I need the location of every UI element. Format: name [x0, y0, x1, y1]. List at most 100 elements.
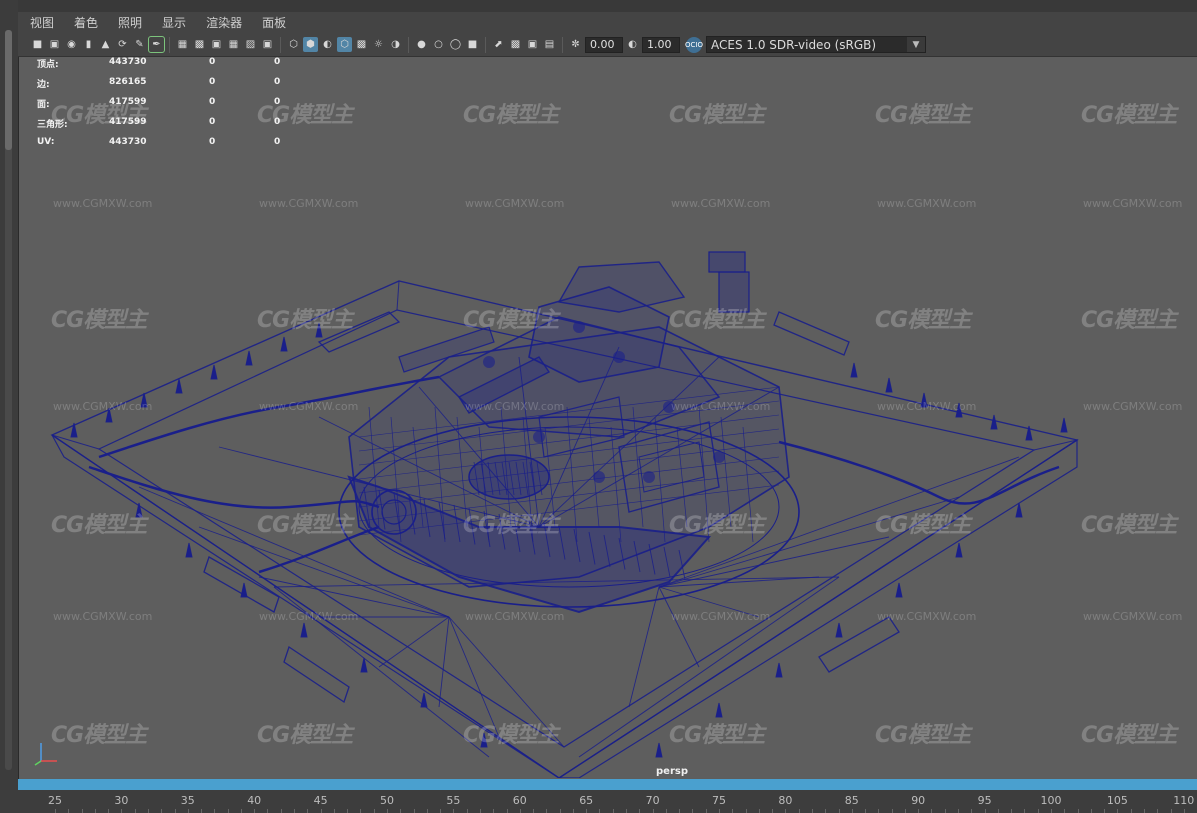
- perspective-viewport[interactable]: CG模型主 CG模型主 CG模型主 CG模型主 CG模型主 CG模型主 CG模型主 CG模型主…: [19, 57, 1197, 778]
- xray-icon[interactable]: ▩: [508, 37, 523, 52]
- grid-icon[interactable]: ▦: [175, 37, 190, 52]
- timeline-tick-mark: [1157, 809, 1159, 813]
- timeline-tick-mark: [400, 809, 402, 813]
- film-gate-icon[interactable]: ▩: [192, 37, 207, 52]
- wireframe-on-shaded-icon[interactable]: ⬡: [337, 37, 352, 52]
- rail-segment: [203, 556, 280, 613]
- exposure-field[interactable]: 0.00: [585, 36, 623, 53]
- smooth-shade-icon[interactable]: ⬢: [303, 37, 318, 52]
- shadows-icon[interactable]: ◑: [388, 37, 403, 52]
- maya-window: 视图 着色 照明 显示 渲染器 面板 ■ ▣ ◉ ▮ ▲ ⟳ ✎ ✒ ▦ ▩ ▣…: [0, 0, 1197, 813]
- timeline-tick-label: 40: [247, 794, 262, 807]
- hud-value: 0: [209, 57, 216, 67]
- gamma-field[interactable]: 1.00: [642, 36, 680, 53]
- watermark-logo: CG模型主: [875, 308, 971, 333]
- hud-row-vertices: 顶点: 443730 0 0: [37, 57, 317, 77]
- watermark-url: www.CGMXW.com: [465, 197, 565, 210]
- depth-of-field-icon[interactable]: ■: [465, 37, 480, 52]
- default-material-icon[interactable]: ◐: [320, 37, 335, 52]
- watermark-logo: CG模型主: [875, 513, 971, 538]
- camera-lock-icon[interactable]: ◉: [64, 37, 79, 52]
- camera-attributes-icon[interactable]: ▣: [47, 37, 62, 52]
- timeline-tick-mark: [227, 809, 229, 813]
- menu-show[interactable]: 显示: [150, 14, 194, 31]
- timeline-tick-label: 35: [180, 794, 195, 807]
- gate-mask-icon[interactable]: ▦: [226, 37, 241, 52]
- menu-shading[interactable]: 着色: [62, 14, 106, 31]
- watermark-logo: CG模型主: [463, 723, 559, 748]
- toolbar-separator: [408, 36, 409, 53]
- anti-aliasing-icon[interactable]: ◯: [448, 37, 463, 52]
- ground-triangle-edge: [628, 586, 660, 708]
- menu-lighting[interactable]: 照明: [106, 14, 150, 31]
- textured-icon[interactable]: ▩: [354, 37, 369, 52]
- timeline-tick-mark: [665, 809, 667, 813]
- hud-label: UV:: [37, 137, 55, 147]
- watermark-url: www.CGMXW.com: [877, 610, 977, 623]
- hud-value: 0: [209, 97, 216, 107]
- exposure-icon[interactable]: ✼: [568, 37, 583, 52]
- tank-decal: [643, 471, 655, 483]
- xray-joints-icon[interactable]: ▣: [525, 37, 540, 52]
- timeline-tick-mark: [320, 809, 322, 813]
- use-all-lights-icon[interactable]: ☼: [371, 37, 386, 52]
- safe-action-icon[interactable]: ▣: [260, 37, 275, 52]
- ambient-occlusion-icon[interactable]: ●: [414, 37, 429, 52]
- watermark-logo: CG模型主: [463, 308, 559, 333]
- hud-value: 417599: [109, 117, 147, 127]
- rim-spike: [715, 702, 723, 718]
- tank-exhaust: [708, 251, 746, 273]
- timeline-tick-mark: [267, 809, 269, 813]
- left-scrollbar-thumb[interactable]: [5, 30, 12, 150]
- menu-renderer[interactable]: 渲染器: [194, 14, 250, 31]
- motion-blur-icon[interactable]: ○: [431, 37, 446, 52]
- timeline-tick-mark: [479, 809, 481, 813]
- timeline-tick-mark: [997, 809, 999, 813]
- bookmark-icon[interactable]: ▮: [81, 37, 96, 52]
- resolution-gate-icon[interactable]: ▣: [209, 37, 224, 52]
- isolate-select-icon[interactable]: ⬈: [491, 37, 506, 52]
- timeline-ruler[interactable]: 25 30 35 40 45 50 55 60 65 70 75 80 85 90 95 100 105 110: [0, 790, 1197, 813]
- hud-value: 826165: [109, 77, 147, 87]
- menu-view[interactable]: 视图: [18, 14, 62, 31]
- chevron-down-icon[interactable]: ▼: [907, 37, 925, 52]
- grease-pencil-icon[interactable]: ✎: [132, 37, 147, 52]
- timeline-tick-mark: [1130, 809, 1132, 813]
- camera-icon[interactable]: ■: [30, 37, 45, 52]
- hud-value: 0: [274, 77, 281, 87]
- timeline-tick-mark: [692, 809, 694, 813]
- wireframe-icon[interactable]: ⬡: [286, 37, 301, 52]
- timeline-tick-mark: [121, 809, 123, 813]
- toolbar-separator: [485, 36, 486, 53]
- watermark-url: www.CGMXW.com: [877, 400, 977, 413]
- xray-active-icon[interactable]: ▤: [542, 37, 557, 52]
- rim-spike: [245, 350, 253, 366]
- timeline-tick-mark: [387, 809, 388, 813]
- timeline-tick-label: 75: [712, 794, 726, 807]
- timeline-tick-mark: [1117, 809, 1119, 813]
- menu-panels[interactable]: 面板: [250, 14, 294, 31]
- watermark-url: www.CGMXW.com: [671, 610, 771, 623]
- watermark-url: www.CGMXW.com: [671, 197, 771, 210]
- left-scrollbar[interactable]: [5, 30, 12, 770]
- timeline-tick-mark: [1183, 809, 1185, 813]
- timeline-tick-mark: [958, 809, 960, 813]
- timeline-tick-mark: [1011, 809, 1013, 813]
- pencil-active-icon[interactable]: ✒: [148, 36, 165, 53]
- ocio-icon[interactable]: OCIO: [685, 36, 703, 53]
- two-d-pan-icon[interactable]: ⟳: [115, 37, 130, 52]
- watermark-logo: CG模型主: [51, 308, 147, 333]
- watermark-logo: CG模型主: [669, 103, 765, 128]
- field-chart-icon[interactable]: ▨: [243, 37, 258, 52]
- watermark-logo: CG模型主: [875, 723, 971, 748]
- hud-label: 三角形:: [37, 120, 68, 130]
- hud-value: 0: [274, 117, 281, 127]
- watermark-logo: CG模型主: [51, 513, 147, 538]
- rim-spike: [835, 622, 843, 638]
- watermark-url: www.CGMXW.com: [465, 610, 565, 623]
- timeline-tick-mark: [347, 809, 349, 813]
- image-plane-icon[interactable]: ▲: [98, 37, 113, 52]
- gamma-icon[interactable]: ◐: [625, 37, 640, 52]
- color-space-dropdown[interactable]: ACES 1.0 SDR-video (sRGB) ▼: [706, 36, 926, 53]
- time-slider-range[interactable]: [18, 779, 1197, 790]
